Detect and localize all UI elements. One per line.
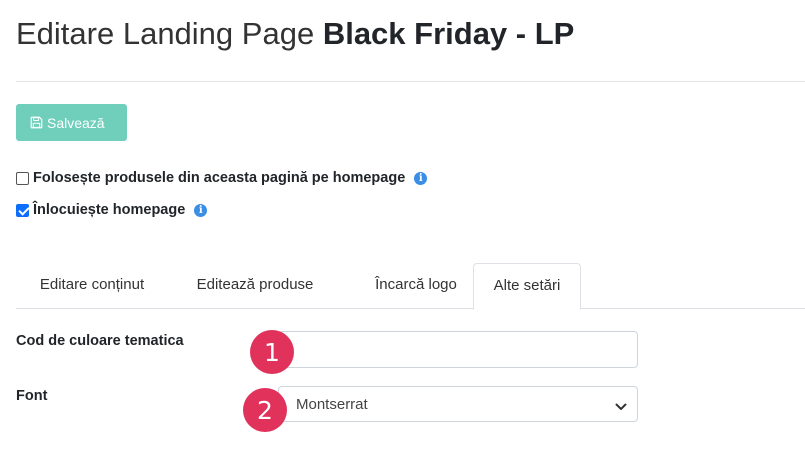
color-code-input[interactable] <box>278 331 638 368</box>
use-products-checkbox[interactable] <box>16 171 29 185</box>
color-code-label: Cod de culoare tematica <box>16 333 184 349</box>
page-title-prefix: Editare Landing Page <box>16 16 315 51</box>
chevron-down-icon <box>615 399 627 416</box>
font-select-value: Montserrat <box>296 395 368 413</box>
save-button[interactable]: Salvează <box>16 104 127 141</box>
info-icon[interactable]: i <box>414 171 428 185</box>
tab-upload-logo[interactable]: Încarcă logo <box>342 263 490 309</box>
tab-edit-content[interactable]: Editare conținut <box>16 263 168 309</box>
annotation-marker-1: 1 <box>250 330 294 374</box>
tab-other-settings[interactable]: Alte setări <box>473 263 581 310</box>
floppy-disk-icon <box>30 116 43 129</box>
page: Editare Landing Page Black Friday - LP S… <box>0 0 805 476</box>
annotation-marker-2: 2 <box>243 388 287 432</box>
option-replace-homepage: Înlocuiește homepage i <box>16 202 208 218</box>
font-select[interactable]: Montserrat <box>278 386 638 422</box>
tab-edit-products[interactable]: Editează produse <box>174 263 336 309</box>
divider <box>16 81 805 82</box>
page-title: Editare Landing Page Black Friday - LP <box>16 14 574 54</box>
page-title-name: Black Friday - LP <box>322 16 575 51</box>
info-icon[interactable]: i <box>194 203 208 217</box>
replace-homepage-checkbox[interactable] <box>16 203 29 217</box>
option-use-products: Folosește produsele din aceasta pagină p… <box>16 170 428 186</box>
settings-tabs: Editare conținut Editează produse Încarc… <box>16 263 805 310</box>
use-products-label[interactable]: Folosește produsele din aceasta pagină p… <box>33 170 405 186</box>
replace-homepage-label[interactable]: Înlocuiește homepage <box>33 202 185 218</box>
save-button-label: Salvează <box>47 114 105 131</box>
font-label: Font <box>16 388 48 404</box>
